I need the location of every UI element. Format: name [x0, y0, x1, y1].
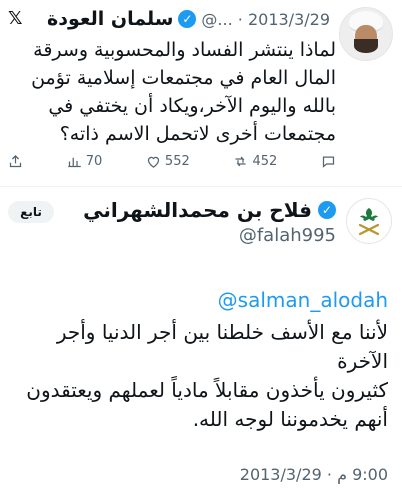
x-logo-icon[interactable]: 𝕏	[8, 8, 23, 29]
author-name[interactable]: فلاح بن محمدالشهراني	[83, 198, 312, 222]
date[interactable]: 2013/3/29	[248, 10, 330, 29]
share-button[interactable]	[8, 154, 23, 169]
retweet-button[interactable]: 452	[233, 154, 277, 169]
main-author-header: فلاح بن محمدالشهراني ✓	[83, 198, 336, 222]
views-button[interactable]: 70	[67, 154, 103, 169]
quoted-tweet-text: لماذا ينتشر الفساد والمحسوبية وسرقة الما…	[31, 39, 336, 145]
avatar[interactable]	[346, 198, 392, 244]
views-count: 70	[85, 154, 103, 169]
tweet-text-paragraph-1: لأننا مع الأسف خلطنا بين أجر الدنيا وأجر…	[56, 320, 388, 373]
follow-button[interactable]: تابع	[8, 201, 54, 223]
verified-badge-icon: ✓	[318, 201, 336, 219]
action-bar: 70 552 452	[8, 154, 336, 169]
reply-icon	[322, 156, 335, 168]
timestamp[interactable]: 9:00 م · 2013/3/29	[240, 465, 388, 484]
reply-button[interactable]	[321, 154, 336, 169]
retweet-icon	[235, 156, 246, 167]
saudi-emblem-icon	[358, 208, 380, 236]
quoted-handle-date: @... · 2013/3/29	[201, 10, 330, 29]
mention-link[interactable]: @salman_alodah	[8, 288, 388, 312]
views-icon	[67, 157, 81, 168]
handle[interactable]: @falah995	[239, 225, 336, 246]
like-button[interactable]: 552	[146, 154, 190, 169]
retweets-count: 452	[252, 154, 278, 169]
separator-dot: ·	[237, 9, 243, 29]
main-tweet-text: لأننا مع الأسف خلطنا بين أجر الدنيا وأجر…	[8, 318, 388, 434]
verified-badge-icon: ✓	[178, 10, 197, 28]
quoted-header: سلمان العودة ✓ @... · 2013/3/29	[47, 8, 330, 30]
tweet-text-paragraph-2: كثيرون يأخذون مقابلاً مادياً لعملهم ويعت…	[26, 378, 388, 431]
avatar[interactable]	[339, 7, 393, 61]
divider	[0, 186, 402, 187]
share-icon	[9, 154, 22, 168]
avatar-beard	[354, 39, 378, 53]
handle[interactable]: @...	[201, 10, 232, 29]
heart-icon	[147, 156, 160, 168]
likes-count: 552	[164, 154, 190, 169]
author-name[interactable]: سلمان العودة	[47, 8, 173, 30]
